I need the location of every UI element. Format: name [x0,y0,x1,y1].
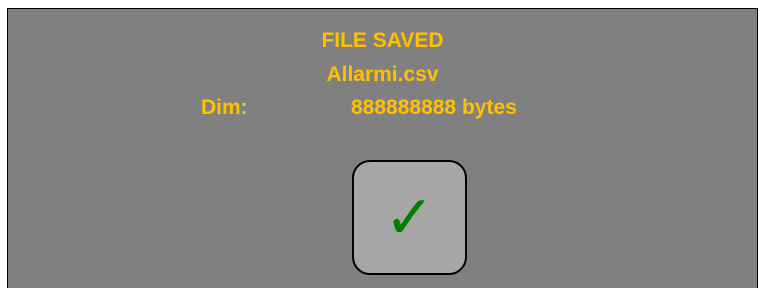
check-icon: ✓ [384,182,435,253]
file-size-row: Dim: 888888888 bytes [8,96,757,120]
file-saved-dialog: FILE SAVED Allarmi.csv Dim: 888888888 by… [7,8,758,288]
dialog-title: FILE SAVED [321,29,444,52]
confirm-button[interactable]: ✓ [352,160,467,275]
file-size-label: Dim: [201,96,248,119]
saved-filename: Allarmi.csv [326,63,439,86]
file-size-value: 888888888 bytes [351,96,517,119]
